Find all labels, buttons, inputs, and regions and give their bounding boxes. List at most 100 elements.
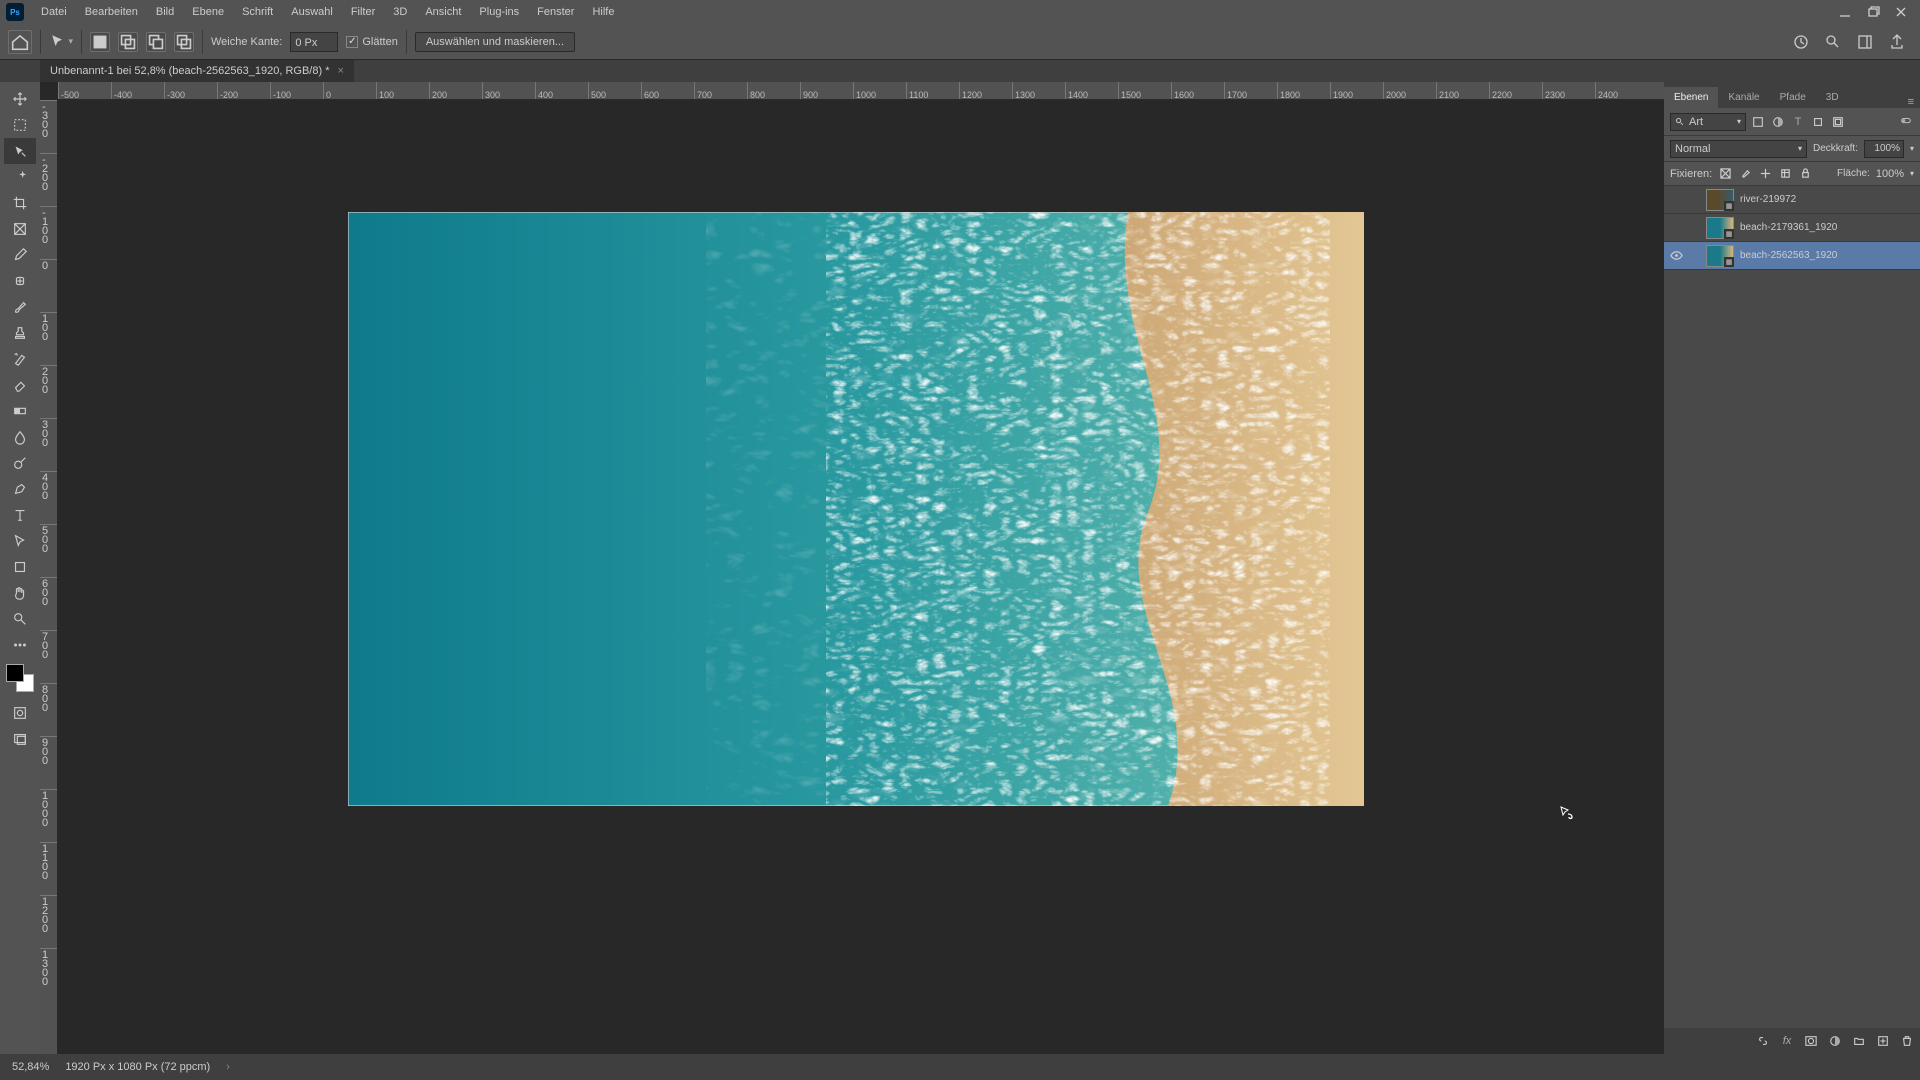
share-icon[interactable] [1888, 33, 1906, 51]
panel-menu-icon[interactable]: ≡ [1902, 96, 1920, 108]
home-button[interactable] [8, 30, 32, 54]
lock-position-icon[interactable] [1758, 167, 1772, 181]
ruler-horizontal[interactable]: -500-400-300-200-10001002003004005006007… [58, 82, 1664, 100]
layer-mask-icon[interactable] [1804, 1034, 1818, 1048]
tab-paths[interactable]: Pfade [1770, 87, 1816, 108]
opacity-field[interactable]: 100% [1864, 140, 1904, 158]
adjustment-layer-icon[interactable] [1828, 1034, 1842, 1048]
filter-toggle-icon[interactable] [1898, 114, 1914, 130]
layer-name[interactable]: beach-2179361_1920 [1740, 222, 1837, 233]
visibility-icon[interactable] [1668, 192, 1684, 208]
link-layers-icon[interactable] [1756, 1034, 1770, 1048]
foreground-color[interactable] [6, 664, 24, 682]
select-and-mask-button[interactable]: Auswählen und maskieren... [415, 32, 575, 52]
new-layer-icon[interactable] [1876, 1034, 1890, 1048]
type-tool[interactable] [4, 502, 36, 528]
brush-tool[interactable] [4, 294, 36, 320]
menu-image[interactable]: Bild [147, 0, 183, 24]
cloud-sync-icon[interactable] [1792, 33, 1810, 51]
history-brush-tool[interactable] [4, 346, 36, 372]
menu-help[interactable]: Hilfe [583, 0, 623, 24]
filter-smart-icon[interactable] [1830, 114, 1846, 130]
selection-new-icon[interactable] [90, 32, 110, 52]
menu-edit[interactable]: Bearbeiten [76, 0, 147, 24]
wand-tool[interactable] [4, 164, 36, 190]
shape-tool[interactable] [4, 554, 36, 580]
ruler-vertical[interactable]: -300-200-1000100200300400500600700800900… [40, 100, 58, 1054]
menu-layer[interactable]: Ebene [183, 0, 233, 24]
blur-tool[interactable] [4, 424, 36, 450]
eraser-tool[interactable] [4, 372, 36, 398]
quickmask-tool[interactable] [4, 700, 36, 726]
path-select-tool[interactable] [4, 528, 36, 554]
zoom-tool[interactable] [4, 606, 36, 632]
document-tab[interactable]: Unbenannt-1 bei 52,8% (beach-2562563_192… [40, 60, 354, 82]
menu-3d[interactable]: 3D [384, 0, 416, 24]
layer-thumbnail[interactable]: ▦ [1706, 245, 1734, 267]
layer-row[interactable]: ▦ river-219972 [1664, 186, 1920, 214]
delete-layer-icon[interactable] [1900, 1034, 1914, 1048]
window-minimize-icon[interactable] [1838, 5, 1852, 19]
visibility-icon[interactable] [1668, 248, 1684, 264]
layer-name[interactable]: beach-2562563_1920 [1740, 250, 1837, 261]
color-swatch[interactable] [6, 664, 34, 692]
menu-plugins[interactable]: Plug-ins [470, 0, 528, 24]
selection-intersect-icon[interactable] [174, 32, 194, 52]
selection-subtract-icon[interactable] [146, 32, 166, 52]
dodge-tool[interactable] [4, 450, 36, 476]
filter-type-icon[interactable]: T [1790, 114, 1806, 130]
eyedropper-tool[interactable] [4, 242, 36, 268]
menu-select[interactable]: Auswahl [282, 0, 342, 24]
search-icon[interactable] [1824, 33, 1842, 51]
layer-thumbnail[interactable]: ▦ [1706, 189, 1734, 211]
menu-file[interactable]: Datei [32, 0, 76, 24]
window-restore-icon[interactable] [1866, 5, 1880, 19]
layer-row[interactable]: ▦ beach-2179361_1920 [1664, 214, 1920, 242]
healing-tool[interactable] [4, 268, 36, 294]
layer-filter-select[interactable]: Art ▾ [1670, 113, 1746, 131]
fill-field[interactable]: 100% [1876, 168, 1904, 180]
move-tool[interactable] [4, 86, 36, 112]
lock-pixels-icon[interactable] [1718, 167, 1732, 181]
doc-dimensions[interactable]: 1920 Px x 1080 Px (72 ppcm) [65, 1061, 210, 1073]
filter-adjust-icon[interactable] [1770, 114, 1786, 130]
zoom-level[interactable]: 52,84% [12, 1061, 49, 1073]
screenmode-tool[interactable] [4, 726, 36, 752]
filter-pixel-icon[interactable] [1750, 114, 1766, 130]
pen-tool[interactable] [4, 476, 36, 502]
canvas[interactable] [58, 100, 1664, 1054]
layer-fx-icon[interactable]: fx [1780, 1034, 1794, 1048]
close-icon[interactable]: × [337, 65, 343, 77]
filter-shape-icon[interactable] [1810, 114, 1826, 130]
lock-brush-icon[interactable] [1738, 167, 1752, 181]
tab-3d[interactable]: 3D [1816, 87, 1849, 108]
selection-add-icon[interactable] [118, 32, 138, 52]
layer-name[interactable]: river-219972 [1740, 194, 1796, 205]
active-tool-icon[interactable]: ▾ [49, 30, 73, 54]
frame-tool[interactable] [4, 216, 36, 242]
stamp-tool[interactable] [4, 320, 36, 346]
window-close-icon[interactable] [1894, 5, 1908, 19]
group-icon[interactable] [1852, 1034, 1866, 1048]
layer-row[interactable]: ▦ beach-2562563_1920 [1664, 242, 1920, 270]
crop-tool[interactable] [4, 190, 36, 216]
lock-artboard-icon[interactable] [1778, 167, 1792, 181]
feather-field[interactable]: 0 Px [290, 32, 338, 52]
hand-tool[interactable] [4, 580, 36, 606]
menu-type[interactable]: Schrift [233, 0, 282, 24]
menu-view[interactable]: Ansicht [416, 0, 470, 24]
layer-thumbnail[interactable]: ▦ [1706, 217, 1734, 239]
status-chevron-icon[interactable]: › [226, 1061, 230, 1073]
menu-filter[interactable]: Filter [342, 0, 384, 24]
lasso-tool[interactable] [4, 138, 36, 164]
workspace-icon[interactable] [1856, 33, 1874, 51]
edit-toolbar[interactable] [4, 632, 36, 658]
tab-channels[interactable]: Kanäle [1718, 87, 1769, 108]
blend-mode-select[interactable]: Normal▾ [1670, 140, 1807, 158]
visibility-icon[interactable] [1668, 220, 1684, 236]
antialias-checkbox[interactable]: Glätten [346, 36, 397, 48]
menu-window[interactable]: Fenster [528, 0, 583, 24]
gradient-tool[interactable] [4, 398, 36, 424]
tab-layers[interactable]: Ebenen [1664, 87, 1718, 108]
lock-all-icon[interactable] [1798, 167, 1812, 181]
